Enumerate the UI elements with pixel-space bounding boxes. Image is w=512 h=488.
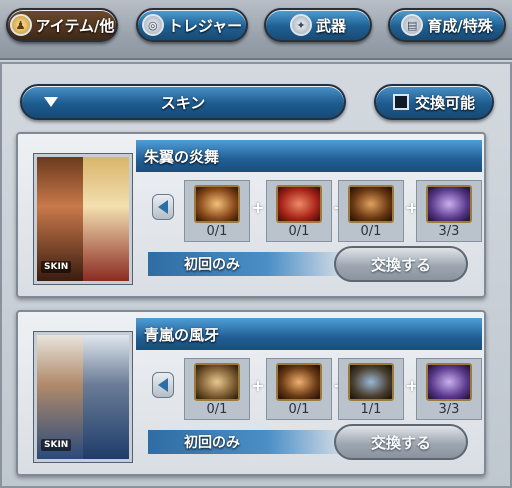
left-arrow-icon	[158, 200, 168, 214]
material-icon	[426, 363, 472, 401]
material-slot[interactable]: 0/1	[266, 358, 332, 420]
material-icon	[276, 185, 322, 223]
left-arrow-icon	[158, 378, 168, 392]
skin-thumbnail[interactable]: SKIN	[34, 332, 132, 462]
material-icon	[348, 185, 394, 223]
item-card: 青嵐の風牙 SKIN 0/1 + 0/1 + 1/1 + 3/3 初回のみ 交換…	[16, 310, 486, 476]
material-slot[interactable]: 0/1	[184, 180, 250, 242]
tab-treasure-label: トレジャー	[167, 16, 243, 35]
tab-treasure[interactable]: ◎ トレジャー	[136, 8, 248, 42]
collapse-arrow-button[interactable]	[152, 194, 174, 220]
tab-items-label: アイテム/他	[35, 16, 115, 35]
dropdown-label: スキン	[160, 93, 206, 112]
limit-note: 初回のみ	[148, 430, 348, 454]
material-icon	[426, 185, 472, 223]
top-tab-bar: ♟ アイテム/他 ◎ トレジャー ✦ 武器 ▤ 育成/特殊	[0, 0, 512, 60]
tab-weapons[interactable]: ✦ 武器	[264, 8, 372, 42]
item-card: 朱翼の炎舞 SKIN 0/1 + 0/1 + 0/1 + 3/3 初回のみ 交換…	[16, 132, 486, 298]
material-slot[interactable]: 3/3	[416, 358, 482, 420]
material-count: 1/1	[360, 402, 382, 417]
skin-label: SKIN	[41, 261, 72, 273]
material-icon	[194, 363, 240, 401]
material-count: 3/3	[438, 402, 460, 417]
checkbox-icon	[392, 94, 409, 110]
tab-training[interactable]: ▤ 育成/特殊	[388, 8, 506, 42]
material-count: 3/3	[438, 224, 460, 239]
tab-items[interactable]: ♟ アイテム/他	[6, 8, 118, 42]
material-slot[interactable]: 0/1	[338, 180, 404, 242]
material-count: 0/1	[288, 224, 310, 239]
material-slot[interactable]: 3/3	[416, 180, 482, 242]
material-icon	[276, 363, 322, 401]
item-name: 朱翼の炎舞	[136, 140, 482, 172]
potion-icon: ♟	[9, 14, 32, 36]
plus-icon: +	[251, 198, 265, 217]
collapse-arrow-button[interactable]	[152, 372, 174, 398]
tab-training-label: 育成/特殊	[427, 16, 493, 35]
material-count: 0/1	[360, 224, 382, 239]
exchangeable-filter-toggle[interactable]: 交換可能	[374, 84, 494, 120]
item-name: 青嵐の風牙	[136, 318, 482, 350]
category-dropdown[interactable]: スキン	[20, 84, 346, 120]
material-slot[interactable]: 1/1	[338, 358, 404, 420]
tab-weapons-label: 武器	[315, 16, 346, 35]
toggle-label: 交換可能	[414, 93, 475, 112]
material-count: 0/1	[206, 224, 228, 239]
skin-label: SKIN	[41, 439, 72, 451]
skin-thumbnail[interactable]: SKIN	[34, 154, 132, 284]
material-slot[interactable]: 0/1	[184, 358, 250, 420]
plus-icon: +	[251, 376, 265, 395]
material-slot[interactable]: 0/1	[266, 180, 332, 242]
material-icon	[194, 185, 240, 223]
exchange-button[interactable]: 交換する	[334, 246, 468, 282]
card-icon: ▤	[401, 14, 424, 36]
material-icon	[348, 363, 394, 401]
limit-note: 初回のみ	[148, 252, 348, 276]
sword-icon: ✦	[289, 14, 312, 36]
exchange-button[interactable]: 交換する	[334, 424, 468, 460]
material-count: 0/1	[206, 402, 228, 417]
treasure-icon: ◎	[141, 14, 164, 36]
material-count: 0/1	[288, 402, 310, 417]
